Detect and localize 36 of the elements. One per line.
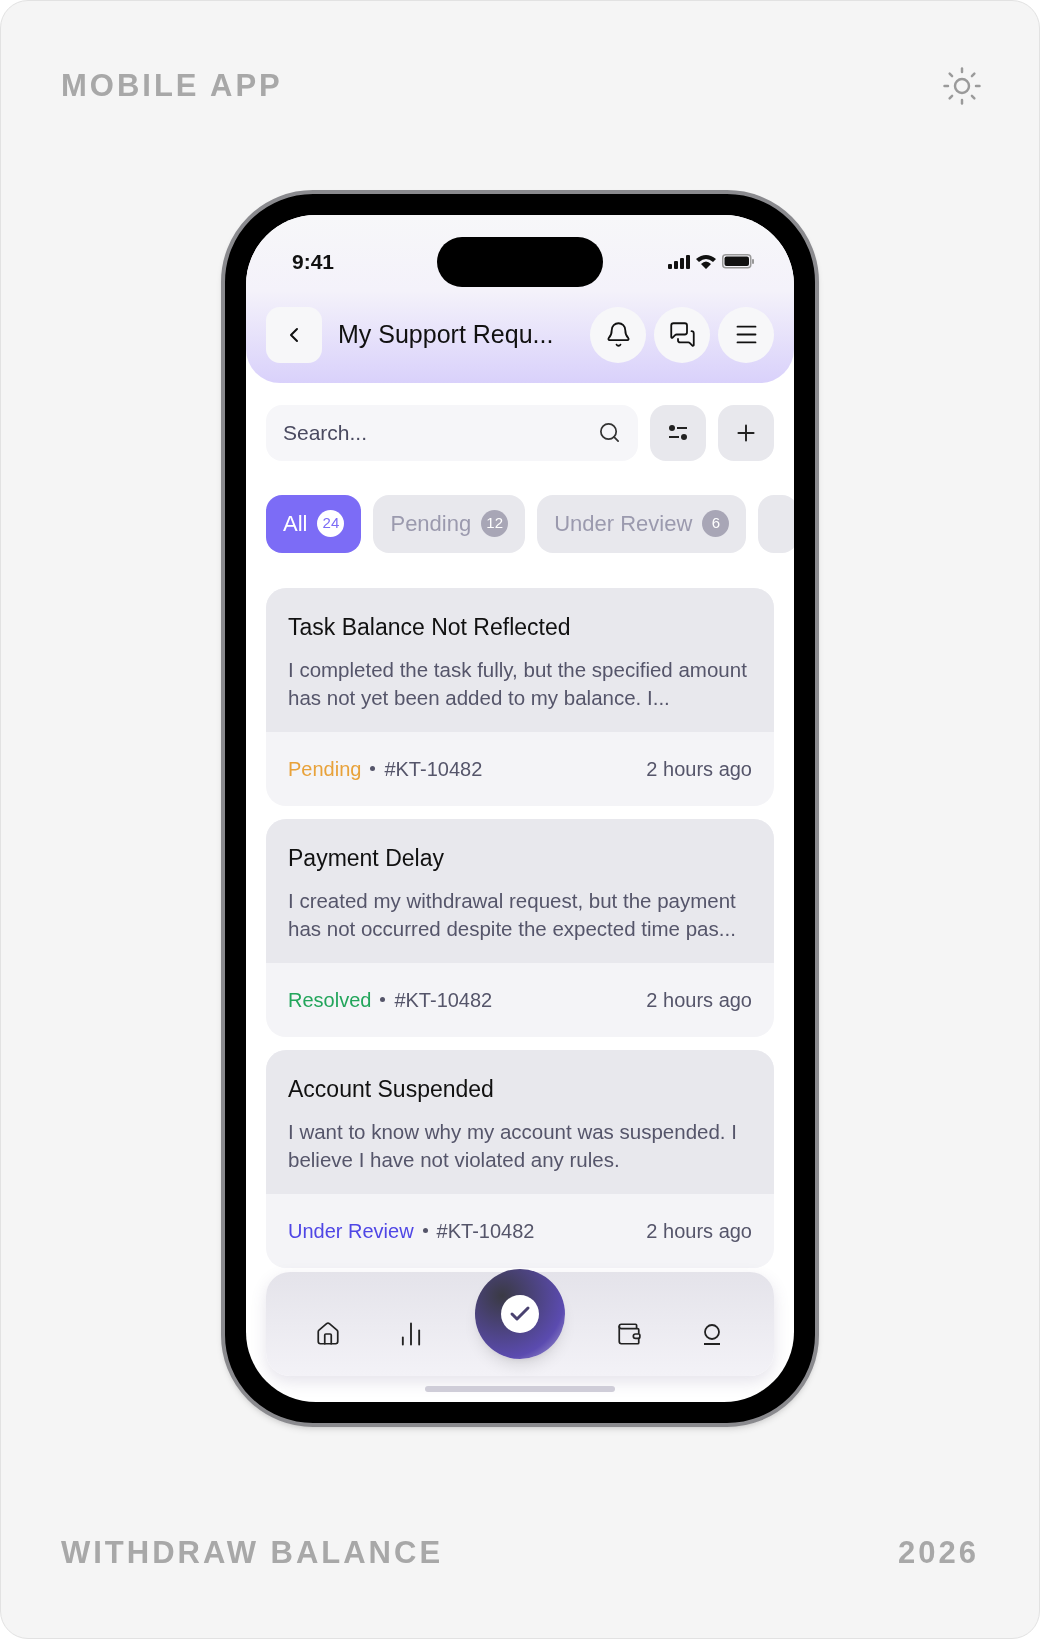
ticket-time: 2 hours ago	[646, 987, 752, 1013]
footer-year: 2026	[898, 1533, 979, 1572]
battery-icon	[722, 254, 754, 269]
ticket-title: Account Suspended	[288, 1074, 495, 1104]
ticket-id: #KT-10482	[394, 987, 493, 1013]
check-icon	[501, 1294, 539, 1333]
count-badge: 24	[317, 510, 345, 537]
ticket-status: Resolved	[288, 987, 372, 1013]
status-time: 9:41	[292, 248, 336, 275]
ticket-card[interactable]: Task Balance Not Reflected I completed the task fully, but the specified amount has not yet been added to my balance. I... Pending #KT-10482 2 hours ago	[266, 587, 774, 806]
ticket-card[interactable]: Account Suspended I want to know why my account was suspended. I believe I have not violated any rules. Under Review #KT-10482 2 hours ago	[266, 1049, 774, 1268]
search-field[interactable]: Search...	[266, 404, 638, 461]
search-icon	[598, 420, 621, 444]
ticket-description: I created my withdrawal request, but the payment has not occurred despite the expected time pas...	[288, 888, 737, 942]
page-title: My Support Requ...	[337, 318, 555, 350]
filter-button[interactable]	[650, 404, 706, 461]
ticket-time: 2 hours ago	[646, 1218, 752, 1244]
ticket-title: Payment Delay	[288, 843, 445, 873]
ticket-card[interactable]: Payment Delay I created my withdrawal request, but the payment has not occurred despite the expected time pas... Resolved #KT-10482 2 hours ago	[266, 818, 774, 1037]
ticket-status: Under Review	[288, 1218, 414, 1244]
footer-title: WITHDRAW BALANCE	[61, 1533, 444, 1572]
ticket-description: I want to know why my account was suspended. I believe I have not violated any rules.	[288, 1119, 738, 1173]
ticket-id: #KT-10482	[384, 756, 483, 782]
signal-icon	[668, 253, 690, 270]
count-badge: 12	[481, 510, 509, 537]
ticket-time: 2 hours ago	[646, 756, 752, 782]
frame-title: MOBILE APP	[61, 67, 283, 105]
chat-bubbles-icon	[668, 321, 696, 348]
ticket-id: #KT-10482	[436, 1218, 535, 1244]
ticket-title: Task Balance Not Reflected	[288, 612, 572, 642]
ticket-description: I completed the task fully, but the specified amount has not yet been added to my balance. I...	[288, 657, 748, 711]
sun-icon[interactable]	[941, 65, 983, 108]
ticket-status: Pending	[288, 756, 362, 782]
wifi-icon	[696, 253, 716, 270]
filter-tab[interactable]: All 24	[266, 494, 362, 553]
count-badge: 6	[702, 510, 730, 537]
